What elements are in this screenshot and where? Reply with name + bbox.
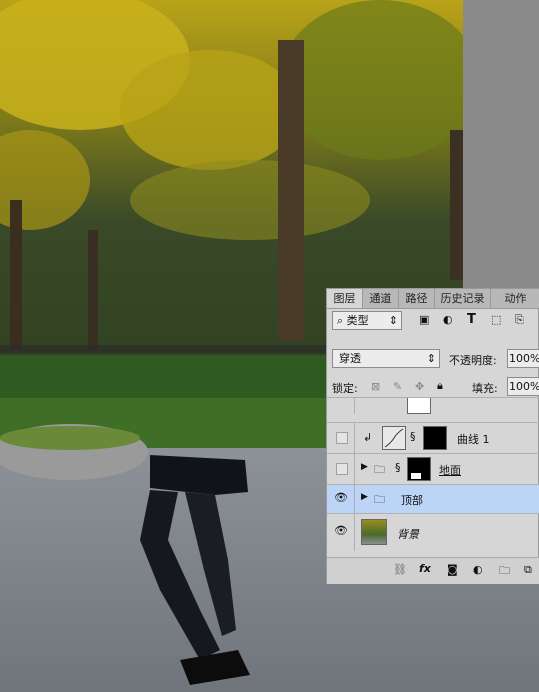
opacity-value: 100%	[509, 352, 539, 365]
expand-arrow-icon[interactable]: ▶	[361, 462, 368, 472]
tab-history[interactable]: 历史记录	[435, 289, 491, 308]
panel-bottom-toolbar: ⛓︎ fx ◙ ◐ 🗀︎ ⧉	[327, 557, 539, 584]
canvas-area	[463, 0, 539, 288]
link-icon[interactable]: ⛓︎	[393, 563, 407, 576]
shape-filter-icon[interactable]: ⬚	[491, 313, 501, 326]
visibility-toggle[interactable]	[327, 423, 355, 453]
fill-value: 100%	[509, 380, 539, 393]
chevron-updown-icon: ⇕	[426, 352, 436, 365]
blend-mode-value: 穿透	[339, 352, 361, 365]
adjustment-filter-icon[interactable]: ◐	[443, 313, 453, 326]
layer-name: 顶部	[401, 494, 423, 507]
folder-icon: 🗀︎	[374, 463, 385, 476]
tab-channels[interactable]: 通道	[363, 289, 399, 308]
visibility-checkbox	[336, 463, 348, 475]
layer-mask-thumbnail	[423, 426, 447, 450]
visibility-checkbox	[336, 432, 348, 444]
group-mask-thumbnail	[407, 457, 431, 481]
eye-cell	[327, 398, 355, 414]
tab-paths[interactable]: 路径	[399, 289, 435, 308]
adjustment-icon[interactable]: ◐	[473, 563, 483, 576]
new-layer-icon[interactable]: ⧉	[524, 563, 532, 577]
curves-adjustment-icon	[382, 426, 406, 450]
lock-all-icon[interactable]: 🔒︎	[437, 379, 443, 393]
mask-icon[interactable]: ◙	[447, 563, 458, 576]
image-filter-icon[interactable]: ▣	[419, 313, 429, 326]
visibility-toggle[interactable]: 👁︎	[327, 514, 355, 551]
layer-partial[interactable]	[327, 397, 539, 414]
blend-row: 穿透 ⇕ 不透明度: 100%	[327, 347, 539, 369]
lock-position-icon[interactable]: ✥	[415, 380, 424, 393]
fill-input[interactable]: 100%	[507, 377, 539, 396]
layers-panel: 图层 通道 路径 历史记录 动作 ⌕ 类型 ⇕ ▣ ◐ T ⬚ ⎘ 穿透 ⇕ 不…	[326, 288, 539, 584]
clip-arrow-icon: ↲	[363, 431, 373, 444]
filter-label: 类型	[346, 314, 369, 327]
opacity-input[interactable]: 100%	[507, 349, 539, 368]
eye-icon: 👁︎	[334, 491, 348, 504]
filter-row: ⌕ 类型 ⇕ ▣ ◐ T ⬚ ⎘	[327, 310, 539, 332]
panel-tabs: 图层 通道 路径 历史记录 动作	[327, 289, 539, 309]
layer-name: 地面	[439, 464, 461, 477]
folder-icon[interactable]: 🗀︎	[499, 562, 510, 581]
chain-link-icon: §	[395, 461, 401, 474]
layer-top-group[interactable]: 👁︎ ▶ 🗀︎ 顶部	[327, 484, 539, 513]
layer-background[interactable]: 👁︎ 背景	[327, 513, 539, 551]
tab-layers[interactable]: 图层	[327, 289, 363, 308]
search-icon: ⌕	[337, 314, 344, 327]
layer-name: 背景	[397, 528, 419, 541]
folder-icon: 🗀︎	[374, 493, 385, 506]
layer-mask-thumbnail	[407, 398, 431, 414]
expand-arrow-icon[interactable]: ▶	[361, 492, 368, 502]
fx-icon[interactable]: fx	[419, 562, 431, 575]
chevron-updown-icon: ⇕	[388, 314, 398, 327]
lock-row: 锁定: ⊠ ✎ ✥ 🔒︎ 填充: 100%	[327, 376, 539, 398]
fill-label: 填充:	[472, 382, 498, 395]
opacity-label: 不透明度:	[449, 354, 497, 367]
eye-icon: 👁︎	[334, 524, 348, 537]
layer-ground-group[interactable]: ▶ 🗀︎ § 地面	[327, 453, 539, 484]
filter-dropdown[interactable]: ⌕ 类型 ⇕	[332, 311, 402, 330]
blend-mode-dropdown[interactable]: 穿透 ⇕	[332, 349, 440, 368]
lock-label: 锁定:	[332, 382, 358, 395]
lock-pixels-icon[interactable]: ✎	[393, 380, 402, 393]
type-filter-icon[interactable]: T	[467, 312, 476, 327]
background-layer-thumbnail	[361, 519, 387, 545]
layer-curves-1[interactable]: ↲ § 曲线 1	[327, 422, 539, 453]
lock-transparent-icon[interactable]: ⊠	[371, 380, 380, 393]
chain-link-icon: §	[410, 430, 416, 443]
smart-object-filter-icon[interactable]: ⎘	[515, 313, 524, 327]
visibility-toggle[interactable]	[327, 454, 355, 484]
curves-graph	[384, 428, 404, 448]
layer-name: 曲线 1	[457, 433, 490, 446]
tab-actions[interactable]: 动作	[491, 289, 539, 308]
visibility-toggle[interactable]: 👁︎	[327, 485, 355, 513]
